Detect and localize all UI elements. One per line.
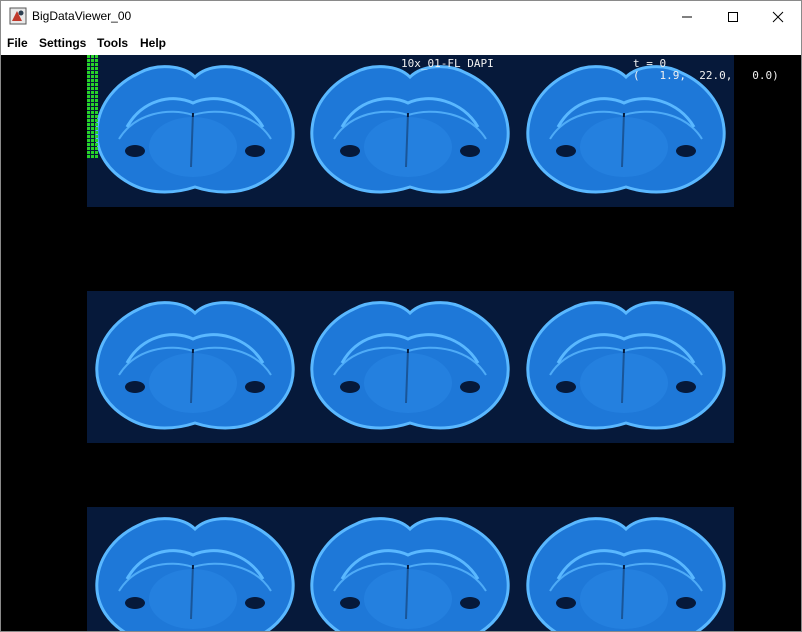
brain-section-tile	[518, 291, 734, 443]
minimize-icon	[682, 16, 692, 17]
menu-bar: File Settings Tools Help	[1, 32, 801, 54]
menu-help[interactable]: Help	[140, 36, 166, 50]
minimize-button[interactable]	[664, 1, 710, 32]
brain-section-tile	[302, 507, 518, 631]
app-icon	[9, 7, 27, 25]
title-bar[interactable]: BigDataViewer_00	[1, 1, 801, 32]
close-button[interactable]	[755, 1, 801, 32]
brain-section-tile	[302, 55, 518, 207]
bigdataviewer-window: BigDataViewer_00 File Settings Tools Hel…	[0, 0, 802, 632]
source-name-label: 10x_01-FL DAPI	[401, 57, 494, 70]
source-minimap-grid	[87, 55, 98, 158]
mouse-coordinates-label: ( 1.9, 22.0, 0.0)	[633, 69, 779, 82]
menu-settings[interactable]: Settings	[39, 36, 86, 50]
brain-section-tile	[87, 291, 303, 443]
menu-file[interactable]: File	[7, 36, 28, 50]
window-title: BigDataViewer_00	[32, 9, 132, 23]
brain-section-tile	[302, 291, 518, 443]
brain-section-tile	[87, 55, 303, 207]
menu-tools[interactable]: Tools	[97, 36, 128, 50]
brain-section-tile	[518, 507, 734, 631]
maximize-icon	[728, 11, 738, 22]
close-icon	[772, 11, 784, 22]
maximize-button[interactable]	[710, 1, 756, 32]
brain-section-tile	[87, 507, 303, 631]
image-viewer-canvas[interactable]: 10x_01-FL DAPI t = 0 ( 1.9, 22.0, 0.0)	[1, 55, 801, 631]
